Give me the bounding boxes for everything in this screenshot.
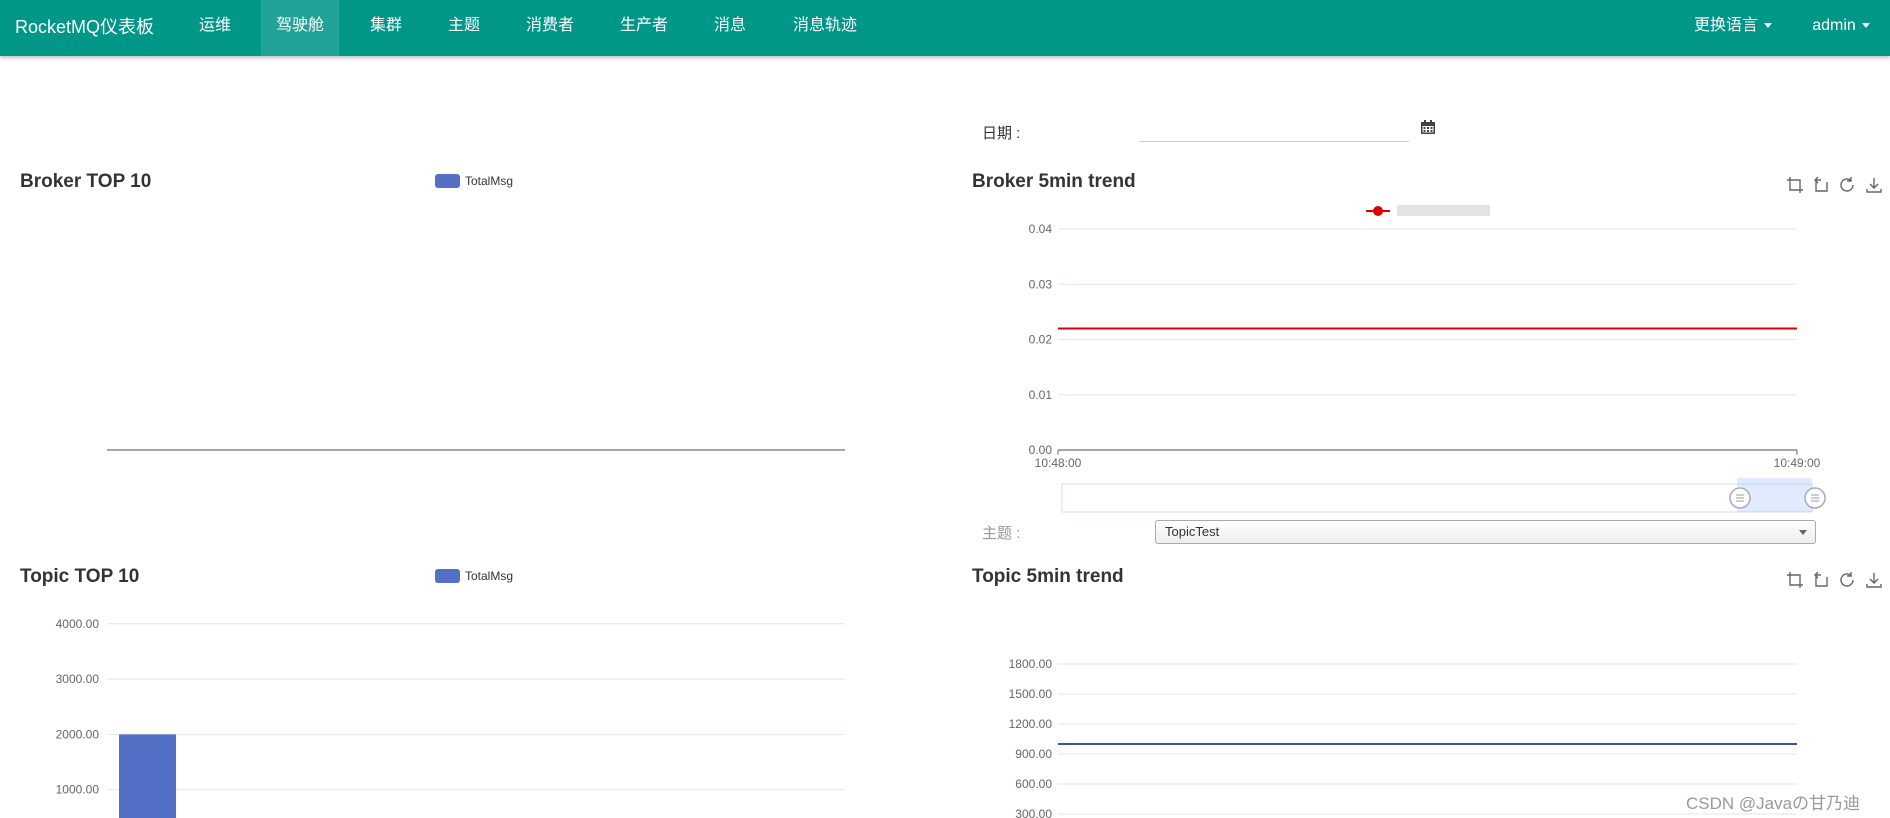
y-tick-label: 0.03: [1029, 277, 1053, 291]
legend-marker: [1373, 206, 1383, 216]
top-navbar: RocketMQ仪表板 运维 驾驶舱 集群 主题 消费者 生产者 消息 消息轨迹…: [0, 0, 1890, 56]
date-input[interactable]: [1139, 118, 1409, 142]
legend-label: TotalMsg: [465, 569, 514, 583]
y-tick-label: 1500.00: [1009, 687, 1053, 701]
nav-item-message-trace[interactable]: 消息轨迹: [784, 0, 866, 56]
chevron-down-icon: [1861, 23, 1870, 29]
save-image-icon[interactable]: [1865, 571, 1883, 589]
broker-top10-title: Broker TOP 10: [20, 171, 152, 192]
legend-swatch: [435, 174, 460, 188]
nav-item-dashboard[interactable]: 驾驶舱: [261, 0, 339, 56]
y-tick-label: 1000.00: [56, 783, 100, 797]
date-label: 日期 :: [982, 125, 1021, 142]
nav-item-message[interactable]: 消息: [700, 0, 760, 56]
zoom-slider-selection: [1737, 484, 1812, 512]
broker-top10-legend[interactable]: TotalMsg: [435, 174, 513, 188]
topic-top10-title: Topic TOP 10: [20, 566, 140, 587]
restore-icon[interactable]: [1838, 571, 1856, 589]
brand-title[interactable]: RocketMQ仪表板: [15, 13, 154, 39]
nav-item-consumer[interactable]: 消费者: [515, 0, 585, 56]
chevron-down-icon: [1764, 23, 1772, 29]
topic-select-value: TopicTest: [1165, 524, 1220, 539]
watermark: CSDN @Javaの甘乃迪: [1686, 794, 1861, 813]
zoom-handle: [1804, 487, 1826, 509]
zoom-reset-icon[interactable]: [1812, 176, 1830, 194]
broker-trend-title: Broker 5min trend: [972, 171, 1136, 192]
y-tick-label: 0.00: [1029, 443, 1053, 457]
language-label: 更换语言: [1693, 17, 1758, 34]
nav-item-topic[interactable]: 主题: [434, 0, 494, 56]
zoom-reset-icon[interactable]: [1812, 571, 1830, 589]
topic-label: 主题 :: [982, 525, 1021, 542]
y-tick-label: 1800.00: [1009, 657, 1053, 671]
x-tick-label: 10:48:00: [1035, 456, 1082, 470]
x-tick-label: 10:49:00: [1774, 456, 1821, 470]
zoom-slider-top-bar: [1737, 478, 1812, 484]
y-tick-label: 2000.00: [56, 727, 100, 741]
language-dropdown[interactable]: 更换语言: [1683, 0, 1783, 56]
chevron-down-icon: [1799, 530, 1807, 535]
nav-item-cluster[interactable]: 集群: [356, 0, 416, 56]
topic-top10-bar: [119, 734, 176, 818]
y-tick-label: 0.01: [1029, 388, 1053, 402]
legend-swatch: [435, 569, 460, 583]
y-tick-label: 0.04: [1029, 222, 1053, 236]
zoom-handle: [1729, 487, 1751, 509]
zoom-slider-track: [1061, 483, 1813, 513]
legend-label: TotalMsg: [465, 174, 514, 188]
y-tick-label: 3000.00: [56, 672, 100, 686]
user-label: admin: [1812, 17, 1856, 34]
charts-canvas: 0.00 0.01 0.02 0.03 0.04 10:48:00 10:49:00 1000…: [56, 205, 1826, 818]
topic-trend-title: Topic 5min trend: [972, 566, 1124, 587]
user-dropdown[interactable]: admin: [1806, 0, 1876, 56]
y-tick-label: 600.00: [1015, 777, 1052, 791]
restore-icon[interactable]: [1838, 176, 1856, 194]
save-image-icon[interactable]: [1865, 176, 1883, 194]
topic-top10-legend[interactable]: TotalMsg: [435, 569, 513, 583]
zoom-icon[interactable]: [1786, 571, 1804, 589]
calendar-icon[interactable]: [1420, 119, 1436, 135]
y-tick-label: 900.00: [1015, 747, 1052, 761]
nav-item-ops[interactable]: 运维: [185, 0, 245, 56]
y-tick-label: 300.00: [1015, 807, 1052, 818]
y-tick-label: 4000.00: [56, 617, 100, 631]
topic-select[interactable]: TopicTest: [1155, 520, 1816, 544]
y-tick-label: 1200.00: [1009, 717, 1053, 731]
y-tick-label: 0.02: [1029, 333, 1053, 347]
zoom-icon[interactable]: [1786, 176, 1804, 194]
nav-item-producer[interactable]: 生产者: [609, 0, 679, 56]
legend-blurred-name: [1397, 205, 1490, 216]
